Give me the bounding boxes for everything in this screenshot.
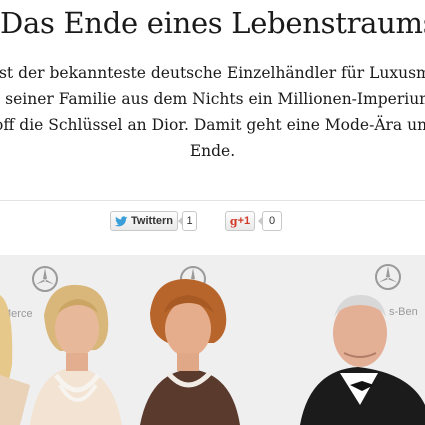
teaser-line: Ende. [189, 142, 236, 160]
teaser-line: off die Schlüssel an Dior. Damit geht ei… [0, 116, 425, 134]
twitter-share-button[interactable]: Twittern [110, 211, 178, 231]
twitter-count: 1 [178, 211, 197, 231]
gplus-icon: g [229, 214, 238, 228]
twitter-bird-icon [115, 215, 128, 226]
divider [0, 200, 425, 201]
teaser-line: ist der bekannteste deutsche Einzelhändl… [0, 64, 425, 82]
share-bar: Twittern 1 g +1 0 [0, 211, 425, 233]
gplus-button[interactable]: g +1 [225, 211, 255, 231]
sponsor-text-right: s-Ben [389, 306, 418, 318]
article-photo: Merce s-Ben [0, 255, 425, 425]
twitter-share-label: Twittern [131, 215, 173, 227]
gplus-count: 0 [258, 211, 282, 231]
gplus-label: +1 [237, 215, 251, 227]
teaser-line: t seiner Familie aus dem Nichts ein Mill… [0, 90, 425, 108]
article-teaser: ist der bekannteste deutsche Einzelhändl… [0, 60, 425, 164]
article-title: Das Ende eines Lebenstraums [0, 6, 425, 40]
